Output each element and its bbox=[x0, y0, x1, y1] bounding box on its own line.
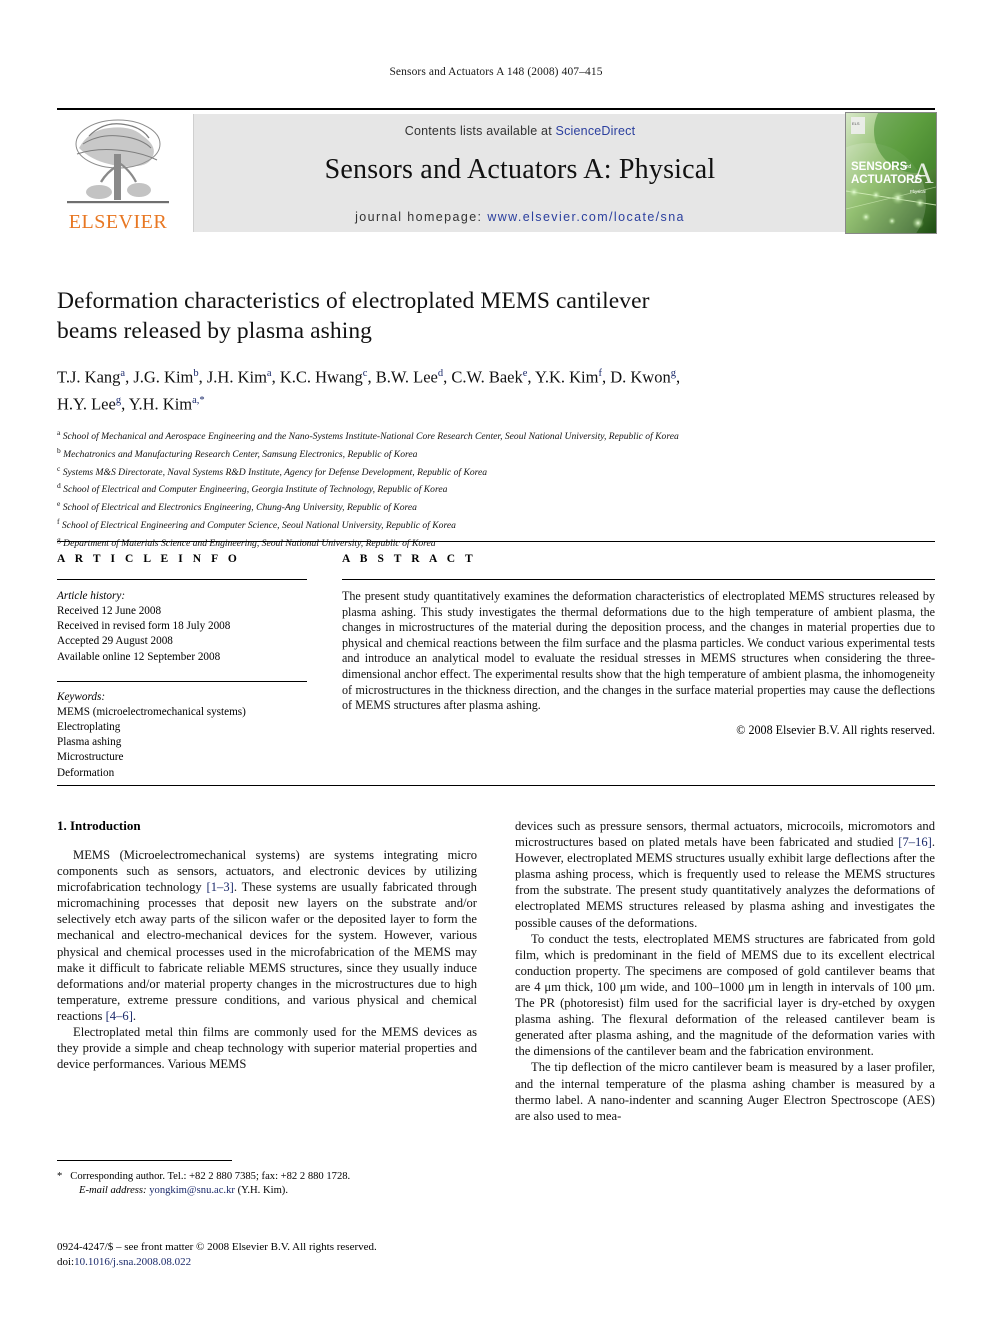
abstract-rule bbox=[342, 579, 935, 580]
affiliation-b: b Mechatronics and Manufacturing Researc… bbox=[57, 445, 418, 460]
article-history-list: Received 12 June 2008 Received in revised… bbox=[57, 604, 307, 665]
article-title-line2: beams released by plasma ashing bbox=[57, 318, 373, 344]
article-history-item: Available online 12 September 2008 bbox=[57, 650, 221, 663]
journal-homepage-link[interactable]: www.elsevier.com/locate/sna bbox=[487, 210, 685, 224]
affiliation-e: e School of Electrical and Electronics E… bbox=[57, 499, 417, 514]
affiliation-a: a School of Mechanical and Aerospace Eng… bbox=[57, 428, 679, 443]
keyword-item: Deformation bbox=[57, 766, 115, 779]
article-info-heading: A R T I C L E I N F O bbox=[57, 553, 241, 565]
email-address-link[interactable]: yongkim@snu.ac.kr bbox=[149, 1185, 235, 1196]
body-paragraph: To conduct the tests, electroplated MEMS… bbox=[515, 931, 935, 1059]
article-history-item: Received 12 June 2008 bbox=[57, 605, 162, 617]
author-line-2: H.Y. Leeg, Y.H. Kima,* bbox=[57, 394, 205, 413]
keywords-block: Keywords: MEMS (microelectromechanical s… bbox=[57, 680, 307, 781]
citation-link[interactable]: [7–16] bbox=[898, 835, 932, 849]
footnote-marker: * bbox=[57, 1171, 63, 1182]
affiliation-d: d School of Electrical and Computer Engi… bbox=[57, 481, 448, 496]
article-history-label: Article history: bbox=[57, 590, 126, 602]
corresponding-author-footnote: * Corresponding author. Tel.: +82 2 880 … bbox=[57, 1170, 477, 1198]
svg-text:ELS: ELS bbox=[852, 121, 860, 126]
body-paragraph: MEMS (Microelectromechanical systems) ar… bbox=[57, 848, 477, 1023]
body-paragraph: Electroplated metal thin films are commo… bbox=[57, 1025, 477, 1072]
body-column-right: devices such as pressure sensors, therma… bbox=[515, 818, 935, 1124]
affiliation-list: a School of Mechanical and Aerospace Eng… bbox=[57, 426, 935, 550]
journal-cover-art: ELS SENSORS and ACTUATORS A Physical bbox=[846, 113, 936, 233]
keywords-list: MEMS (microelectromechanical systems) Ele… bbox=[57, 705, 307, 781]
svg-text:SENSORS: SENSORS bbox=[851, 161, 908, 173]
keywords-rule bbox=[57, 680, 307, 682]
elsevier-tree-icon bbox=[67, 119, 169, 204]
article-history-item: Received in revised form 18 July 2008 bbox=[57, 620, 231, 633]
running-head: Sensors and Actuators A 148 (2008) 407–4… bbox=[389, 66, 603, 78]
article-history-item: Accepted 29 August 2008 bbox=[57, 635, 173, 648]
footnote-corresponding-text: Corresponding author. Tel.: +82 2 880 73… bbox=[70, 1171, 351, 1182]
elsevier-logo: ELSEVIER bbox=[59, 114, 177, 233]
issn-copyright-line: 0924-4247/$ – see front matter © 2008 El… bbox=[57, 1241, 377, 1253]
svg-text:and: and bbox=[903, 164, 912, 170]
email-owner: (Y.H. Kim). bbox=[237, 1185, 288, 1196]
doi-line: doi:10.1016/j.sna.2008.08.022 bbox=[57, 1255, 537, 1270]
title-block: Deformation characteristics of electropl… bbox=[57, 286, 935, 550]
email-address-label: E-mail address: bbox=[79, 1185, 147, 1196]
section-title-introduction: 1. Introduction bbox=[57, 818, 141, 833]
header-top-rule bbox=[57, 108, 935, 110]
sciencedirect-link[interactable]: ScienceDirect bbox=[556, 124, 636, 138]
body-paragraph: devices such as pressure sensors, therma… bbox=[515, 819, 935, 930]
doi-label: doi: bbox=[57, 1255, 75, 1268]
body-left-paragraphs: MEMS (Microelectromechanical systems) ar… bbox=[57, 847, 477, 1072]
article-info-column: A R T I C L E I N F O Article history: R… bbox=[57, 553, 307, 781]
contents-list-line: Contents lists available at ScienceDirec… bbox=[194, 124, 846, 138]
panel-top-rule bbox=[57, 541, 935, 542]
keyword-item: MEMS (microelectromechanical systems) bbox=[57, 705, 246, 718]
panel-bottom-rule bbox=[57, 785, 935, 786]
keywords-label: Keywords: bbox=[57, 690, 106, 703]
abstract-heading: A B S T R A C T bbox=[342, 553, 477, 565]
keyword-item: Plasma ashing bbox=[57, 736, 122, 749]
journal-title: Sensors and Actuators A: Physical bbox=[324, 154, 716, 185]
footnote-rule bbox=[57, 1160, 232, 1161]
abstract-text: The present study quantitatively examine… bbox=[342, 589, 935, 713]
info-abstract-panel: A R T I C L E I N F O Article history: R… bbox=[57, 541, 935, 786]
journal-homepage-line: journal homepage: www.elsevier.com/locat… bbox=[194, 210, 846, 224]
contents-prefix: Contents lists available at bbox=[404, 124, 556, 138]
paper-page: Sensors and Actuators A 148 (2008) 407–4… bbox=[0, 0, 992, 1323]
keyword-item: Electroplating bbox=[57, 721, 121, 734]
article-title-line1: Deformation characteristics of electropl… bbox=[57, 288, 650, 314]
citation-link[interactable]: [1–3] bbox=[207, 880, 234, 894]
journal-header: ELSEVIER Contents lists available at Sci… bbox=[57, 108, 937, 234]
affiliation-c: c Systems M&S Directorate, Naval Systems… bbox=[57, 463, 488, 478]
svg-text:A: A bbox=[912, 157, 934, 190]
author-list: T.J. Kanga, J.G. Kimb, J.H. Kima, K.C. H… bbox=[57, 362, 935, 415]
body-paragraph: The tip deflection of the micro cantilev… bbox=[515, 1060, 935, 1123]
citation-link[interactable]: [4–6] bbox=[106, 1009, 133, 1023]
article-info-rule bbox=[57, 579, 307, 580]
author-line-1: T.J. Kanga, J.G. Kimb, J.H. Kima, K.C. H… bbox=[57, 367, 681, 387]
svg-text:Physical: Physical bbox=[910, 189, 926, 194]
body-column-left: 1. Introduction MEMS (Microelectromechan… bbox=[57, 818, 477, 1072]
footnote-email-line: E-mail address: yongkim@snu.ac.kr (Y.H. … bbox=[57, 1184, 477, 1198]
article-title: Deformation characteristics of electropl… bbox=[57, 286, 935, 346]
keyword-item: Microstructure bbox=[57, 751, 124, 764]
affiliation-f: f School of Electrical Engineering and C… bbox=[57, 516, 456, 532]
journal-banner: Contents lists available at ScienceDirec… bbox=[193, 114, 846, 232]
body-right-paragraphs: devices such as pressure sensors, therma… bbox=[515, 818, 935, 1124]
footnote-corresponding-line: * Corresponding author. Tel.: +82 2 880 … bbox=[57, 1170, 477, 1184]
elsevier-wordmark: ELSEVIER bbox=[68, 211, 168, 233]
colophon: 0924-4247/$ – see front matter © 2008 El… bbox=[57, 1240, 537, 1269]
homepage-label: journal homepage: bbox=[355, 210, 483, 224]
doi-link[interactable]: 10.1016/j.sna.2008.08.022 bbox=[74, 1256, 191, 1268]
abstract-column: A B S T R A C T The present study quanti… bbox=[342, 553, 935, 738]
journal-cover-thumbnail: ELS SENSORS and ACTUATORS A Physical bbox=[845, 112, 937, 234]
abstract-copyright: © 2008 Elsevier B.V. All rights reserved… bbox=[736, 722, 935, 737]
